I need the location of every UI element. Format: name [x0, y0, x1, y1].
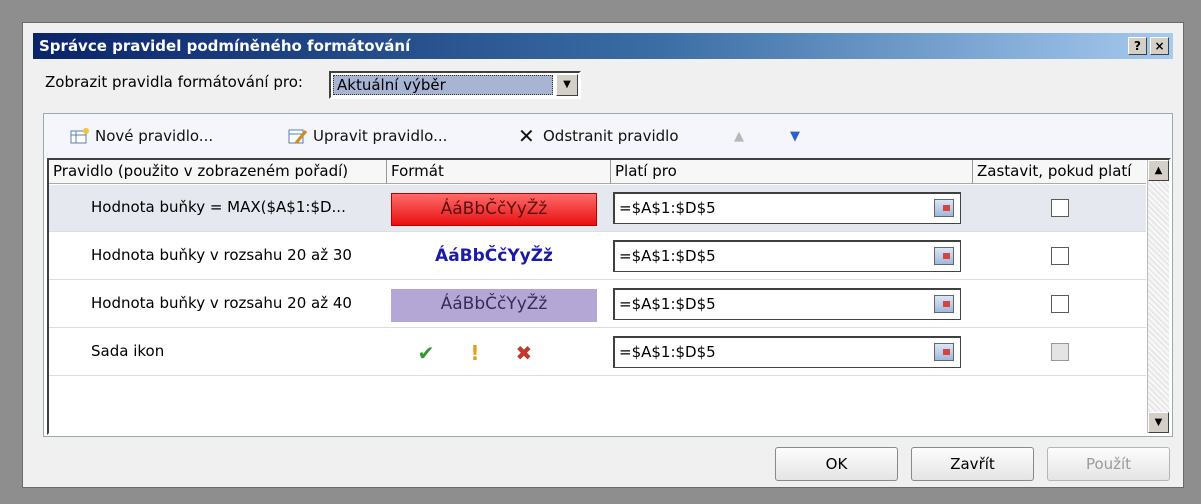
conditional-formatting-rules-manager-dialog: Správce pravidel podmíněného formátování… — [22, 22, 1184, 488]
stop-if-true-checkbox[interactable] — [1051, 295, 1069, 313]
column-header-applies-to[interactable]: Platí pro — [611, 160, 973, 184]
applies-to-field[interactable]: =$A$1:$D$5 — [613, 288, 961, 320]
applies-to-field[interactable]: =$A$1:$D$5 — [613, 192, 961, 224]
arrow-up-icon: ▲ — [734, 128, 744, 144]
icon-set-preview: ✔ ! ✖ — [405, 341, 545, 365]
arrow-down-icon: ▼ — [790, 128, 800, 144]
column-header-stop-if-true[interactable]: Zastavit, pokud platí — [973, 160, 1146, 184]
rule-row[interactable]: Hodnota buňky v rozsahu 20 až 40 ÁáBbČčY… — [49, 281, 1146, 328]
show-rules-dropdown[interactable]: Aktuální výběr ▼ — [329, 71, 581, 99]
help-button[interactable]: ? — [1128, 37, 1147, 55]
rule-description: Sada ikon — [91, 342, 165, 360]
show-rules-label: Zobrazit pravidla formátování pro: — [45, 73, 303, 91]
scroll-down-icon[interactable]: ▼ — [1148, 412, 1169, 433]
edit-rule-icon — [288, 127, 308, 145]
new-rule-icon — [70, 127, 90, 145]
rules-toolbar: Nové pravidlo... Upravit pravidlo... ✕ O… — [44, 114, 1172, 158]
window-title: Správce pravidel podmíněného formátování — [39, 37, 411, 55]
range-select-icon[interactable] — [934, 343, 954, 361]
title-bar: Správce pravidel podmíněného formátování… — [33, 33, 1173, 59]
move-down-button[interactable]: ▼ — [790, 124, 800, 148]
applies-to-value: =$A$1:$D$5 — [619, 247, 716, 265]
vertical-scrollbar[interactable]: ▲ ▼ — [1147, 160, 1169, 433]
rule-description: Hodnota buňky = MAX($A$1:$D... — [91, 198, 346, 216]
dropdown-arrow-icon[interactable]: ▼ — [556, 74, 578, 96]
delete-x-icon: ✕ — [518, 124, 535, 148]
close-window-button[interactable]: × — [1150, 37, 1169, 55]
edit-rule-label: Upravit pravidlo... — [313, 127, 448, 145]
stop-if-true-checkbox[interactable] — [1051, 199, 1069, 217]
rule-row[interactable]: Hodnota buňky v rozsahu 20 až 30 ÁáBbČčY… — [49, 233, 1146, 280]
check-icon: ✔ — [417, 341, 435, 365]
delete-rule-button[interactable]: ✕ Odstranit pravidlo — [518, 124, 679, 148]
column-header-format[interactable]: Formát — [387, 160, 611, 184]
exclamation-icon: ! — [470, 341, 480, 365]
applies-to-value: =$A$1:$D$5 — [619, 343, 716, 361]
format-preview: ÁáBbČčYyŽž — [391, 193, 597, 226]
applies-to-field[interactable]: =$A$1:$D$5 — [613, 336, 961, 368]
column-header-rule[interactable]: Pravidlo (použito v zobrazeném pořadí) — [49, 160, 387, 184]
close-button[interactable]: Zavřít — [911, 447, 1034, 481]
grid-header: Pravidlo (použito v zobrazeném pořadí) F… — [49, 160, 1146, 184]
apply-button[interactable]: Použít — [1047, 447, 1170, 481]
move-up-button[interactable]: ▲ — [734, 124, 744, 148]
new-rule-label: Nové pravidlo... — [95, 127, 214, 145]
rule-description: Hodnota buňky v rozsahu 20 až 40 — [91, 294, 352, 312]
applies-to-field[interactable]: =$A$1:$D$5 — [613, 240, 961, 272]
rule-description: Hodnota buňky v rozsahu 20 až 30 — [91, 246, 352, 264]
show-rules-selected-value: Aktuální výběr — [333, 75, 553, 95]
stop-if-true-checkbox — [1051, 343, 1069, 361]
delete-rule-label: Odstranit pravidlo — [543, 127, 679, 145]
format-preview: ÁáBbČčYyŽž — [435, 246, 553, 266]
rule-row[interactable]: Sada ikon ✔ ! ✖ =$A$1:$D$5 — [49, 329, 1146, 376]
format-preview: ÁáBbČčYyŽž — [391, 289, 597, 322]
range-select-icon[interactable] — [934, 247, 954, 265]
cross-icon: ✖ — [515, 341, 533, 365]
rules-grid: Pravidlo (použito v zobrazeném pořadí) F… — [47, 158, 1171, 435]
rules-panel: Nové pravidlo... Upravit pravidlo... ✕ O… — [43, 113, 1173, 437]
rule-row[interactable]: Hodnota buňky = MAX($A$1:$D... ÁáBbČčYyŽ… — [49, 185, 1146, 232]
edit-rule-button[interactable]: Upravit pravidlo... — [288, 124, 447, 148]
ok-button[interactable]: OK — [775, 447, 898, 481]
new-rule-button[interactable]: Nové pravidlo... — [70, 124, 213, 148]
range-select-icon[interactable] — [934, 295, 954, 313]
range-select-icon[interactable] — [934, 199, 954, 217]
scroll-up-icon[interactable]: ▲ — [1148, 160, 1169, 181]
applies-to-value: =$A$1:$D$5 — [619, 295, 716, 313]
show-rules-row: Zobrazit pravidla formátování pro: Aktuá… — [35, 69, 735, 99]
stop-if-true-checkbox[interactable] — [1051, 247, 1069, 265]
applies-to-value: =$A$1:$D$5 — [619, 199, 716, 217]
